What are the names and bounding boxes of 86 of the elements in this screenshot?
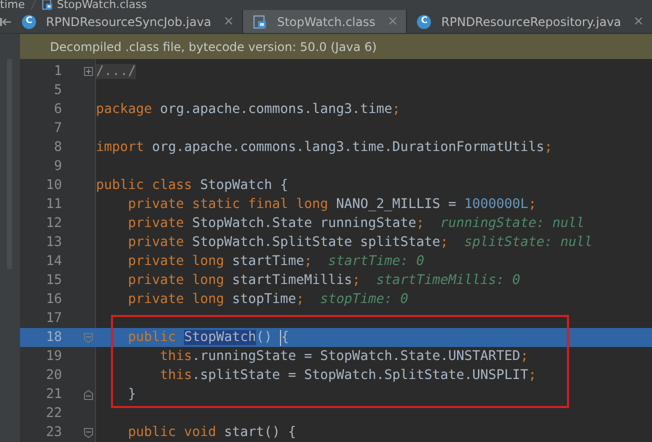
code-text: .splitState = StopWatch.SplitState.UNSPLIT <box>192 368 528 383</box>
expand-icon[interactable] <box>84 67 92 76</box>
fold-marker-icon[interactable] <box>84 390 92 400</box>
code-number: 1000000L <box>464 197 528 212</box>
code-text: { <box>281 330 290 345</box>
editor-tab[interactable]: C RPNDResourceRepository.java × <box>407 10 652 34</box>
code-text: startTime <box>231 254 304 269</box>
code-text: org.apache.commons.lang3.time <box>159 102 392 117</box>
code-keyword: public void <box>127 425 216 440</box>
line-number: 13 <box>44 234 63 252</box>
code-keyword: ; <box>528 368 536 383</box>
line-number: 6 <box>52 101 63 119</box>
code-keyword: public class <box>96 178 192 193</box>
code-keyword: this <box>159 368 192 383</box>
code-keyword: ; <box>304 254 312 269</box>
editor-tab[interactable]: StopWatch.class × <box>243 10 408 34</box>
inline-value-hint: splitState: null <box>463 235 592 250</box>
tab-label: RPNDResourceRepository.java <box>441 14 622 29</box>
code-keyword: private long <box>127 254 224 269</box>
breadcrumb-item[interactable]: time <box>0 0 29 10</box>
code-keyword: package <box>96 102 152 117</box>
inline-value-hint: startTime: 0 <box>327 254 424 269</box>
tab-label: StopWatch.class <box>277 14 376 29</box>
line-number: 15 <box>44 272 63 290</box>
tab-label: RPNDResourceSyncJob.java <box>46 14 212 29</box>
code-keyword: ; <box>528 197 536 212</box>
code-keyword: this <box>159 349 192 364</box>
code-keyword: private long <box>127 273 224 288</box>
line-number: 10 <box>44 177 63 195</box>
fold-marker-icon[interactable] <box>84 332 92 342</box>
class-badge: C <box>22 14 36 29</box>
close-icon[interactable]: × <box>223 14 234 30</box>
code-keyword: ; <box>296 292 304 307</box>
line-number: 20 <box>44 367 63 385</box>
line-number: 7 <box>52 120 63 138</box>
class-file-icon <box>253 14 268 29</box>
folded-region[interactable]: /.../ <box>96 64 136 79</box>
inline-value-hint: runningState: null <box>439 216 584 231</box>
line-number: 1 <box>52 63 63 81</box>
code-keyword: import <box>96 140 144 155</box>
line-number: 12 <box>44 215 63 233</box>
code-keyword: public <box>127 330 178 345</box>
close-icon[interactable]: × <box>387 14 398 30</box>
line-number: 9 <box>52 158 63 176</box>
class-badge: C <box>417 14 432 29</box>
code-keyword: private <box>127 235 184 250</box>
line-number: 5 <box>52 82 63 100</box>
line-number: 16 <box>44 291 63 309</box>
line-number: 14 <box>44 253 63 271</box>
code-text: } <box>127 387 136 402</box>
line-number: 21 <box>44 386 63 404</box>
code-keyword: ; <box>440 235 448 250</box>
code-keyword: private long <box>127 292 224 307</box>
code-keyword: private static final long <box>127 197 328 212</box>
code-keyword: ; <box>392 102 400 117</box>
code-keyword: ; <box>520 349 528 364</box>
decompiled-notice: Decompiled .class file, bytecode version: 50.0 (Java 6) <box>0 34 652 59</box>
class-file-icon <box>42 0 53 10</box>
code-text: stopTime <box>231 292 296 307</box>
line-number: 22 <box>44 405 63 423</box>
code-text: () <box>256 330 274 345</box>
code-text: StopWatch { <box>199 178 288 193</box>
code-keyword: ; <box>544 140 552 155</box>
code-text: startTimeMillis <box>231 273 352 288</box>
line-number: 8 <box>52 139 63 157</box>
breadcrumb-item[interactable]: StopWatch.class <box>56 0 151 10</box>
code-keyword: ; <box>352 273 360 288</box>
code-text: org.apache.commons.lang3.time.DurationFormatUtils <box>151 140 544 155</box>
fold-marker-icon[interactable] <box>84 428 92 438</box>
line-number: 19 <box>44 348 63 366</box>
code-text: .runningState = StopWatch.State.UNSTARTED <box>192 349 520 364</box>
selected-text: StopWatch <box>184 330 256 345</box>
line-number: 17 <box>44 310 63 328</box>
code-keyword: private <box>127 216 184 231</box>
code-text: StopWatch.State runningState <box>191 216 416 231</box>
code-text: StopWatch.SplitState splitState <box>191 235 440 250</box>
inline-value-hint: startTimeMillis: 0 <box>375 273 520 288</box>
inline-value-hint: stopTime: 0 <box>319 292 408 307</box>
code-keyword: ; <box>416 216 424 231</box>
line-number: 23 <box>44 424 63 442</box>
code-text: NANO_2_MILLIS = <box>335 197 458 212</box>
line-number: 11 <box>44 196 63 214</box>
code-text: start() { <box>223 425 296 440</box>
line-number: 18 <box>44 329 63 347</box>
close-icon[interactable]: × <box>633 14 644 30</box>
text-caret <box>280 330 282 346</box>
